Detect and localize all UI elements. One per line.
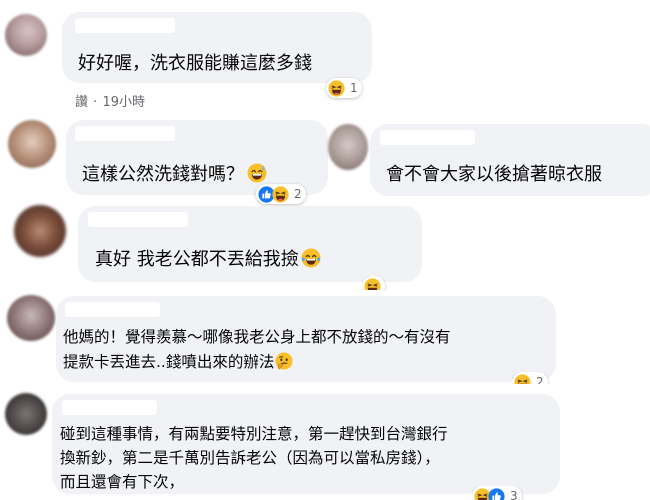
comment-text-content: 提款卡丟進去..錢噴出來的辦法 [63, 353, 275, 371]
reaction-summary[interactable]: 1 [326, 78, 362, 98]
comment-text: 會不會大家以後搶著晾衣服 [386, 164, 602, 185]
grinning-sweat-face-icon [247, 163, 267, 183]
tears-of-joy-face-icon [301, 248, 321, 268]
comment-timestamp[interactable]: 19小時 [102, 95, 145, 110]
reaction-count: 2 [294, 187, 302, 201]
comment-text-line: 他媽的！覺得羨慕～哪像我老公身上都不放錢的～有沒有 [63, 328, 451, 346]
thumbs-up-icon [488, 488, 505, 500]
avatar[interactable] [5, 14, 47, 56]
commenter-name[interactable] [75, 126, 175, 141]
comment-text-line: 提款卡丟進去..錢噴出來的辦法 [63, 350, 293, 372]
avatar[interactable] [328, 124, 368, 170]
comment-text-content: 真好 我老公都不丟給我撿 [95, 249, 299, 270]
commenter-name[interactable] [62, 400, 157, 415]
thinking-face-icon [275, 352, 293, 370]
commenter-name[interactable] [75, 18, 175, 33]
comment-text-content: 這樣公然洗錢對嗎？ [82, 164, 244, 185]
laughing-face-icon [272, 186, 289, 203]
commenter-name[interactable] [88, 212, 188, 227]
commenter-name[interactable] [380, 130, 475, 145]
laughing-face-icon [514, 374, 531, 385]
avatar[interactable] [8, 120, 56, 168]
comment-text: 好好喔，洗衣服能賺這麼多錢 [78, 53, 312, 74]
reaction-count: 1 [350, 81, 358, 95]
reaction-summary[interactable] [362, 276, 412, 290]
comment-text: 這樣公然洗錢對嗎？ [82, 160, 267, 186]
reaction-summary[interactable]: 3 [472, 486, 532, 500]
reaction-summary[interactable]: 2 [512, 372, 562, 384]
reaction-count: 2 [536, 375, 544, 384]
commenter-name[interactable] [65, 302, 160, 317]
reaction-summary[interactable]: 2 [256, 184, 306, 204]
meta-separator: · [93, 95, 98, 110]
avatar[interactable] [5, 393, 47, 435]
comment-meta: 讚 · 19小時 [75, 91, 145, 110]
avatar[interactable] [7, 295, 55, 341]
comment-text-line: 碰到這種事情，有兩點要特別注意，第一趕快到台灣銀行 [60, 425, 448, 443]
comment-text: 真好 我老公都不丟給我撿 [95, 245, 321, 271]
comment-text-line: 而且還會有下次， [60, 473, 185, 491]
laughing-face-icon [364, 278, 381, 291]
like-link[interactable]: 讚 [75, 95, 88, 110]
avatar[interactable] [14, 205, 66, 257]
laughing-face-icon [328, 80, 345, 97]
comment-text-line: 換新鈔，第二是千萬別告訴老公（因為可以當私房錢）， [60, 449, 440, 467]
reaction-count: 3 [510, 489, 518, 500]
